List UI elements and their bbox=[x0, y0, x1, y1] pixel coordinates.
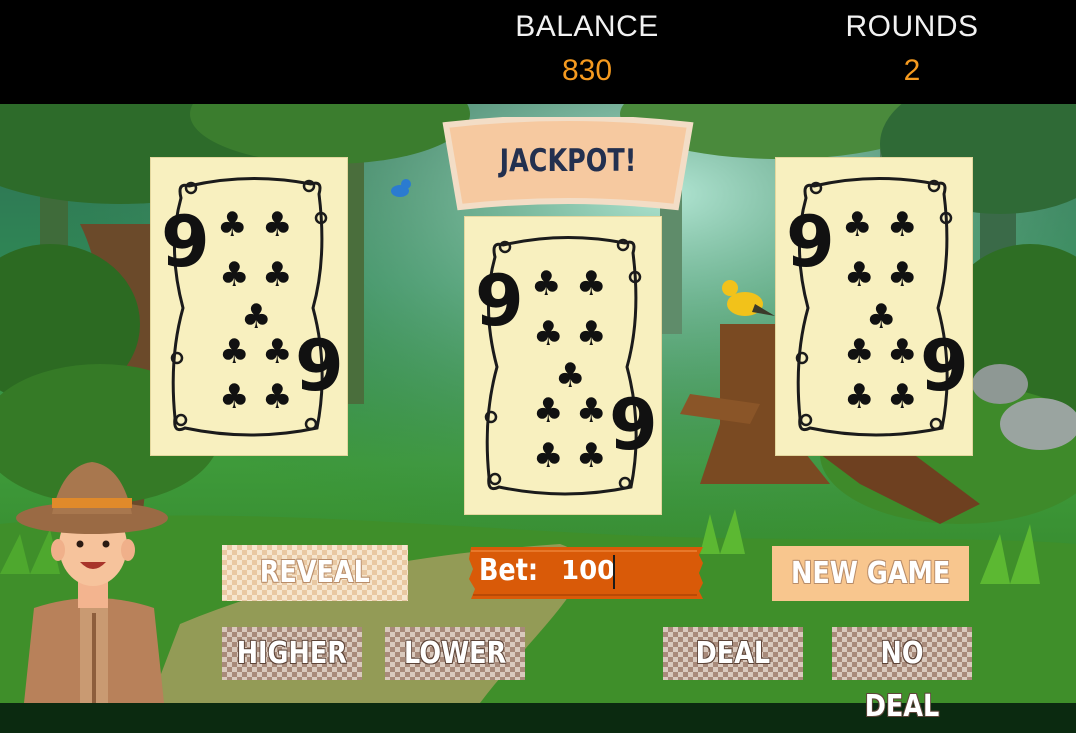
card-curl-ornament bbox=[488, 472, 502, 486]
card-curl-ornament bbox=[799, 413, 813, 427]
card-rank-top: 9 bbox=[786, 201, 835, 283]
card-face-art: 99♣ ♣♣ ♣♣♣ ♣♣ ♣ bbox=[475, 236, 658, 496]
bet-amount-input[interactable] bbox=[561, 551, 691, 591]
bet-label: Bet: bbox=[479, 553, 539, 588]
card-center: 9 9 ♣ ♣ ♣ ♣ ♣ ♣ ♣ ♣ ♣ bbox=[465, 217, 661, 514]
club-pip-icon: ♣ bbox=[219, 255, 249, 295]
club-pip-icon: ♣ bbox=[531, 264, 561, 304]
club-pip-icon: ♣ bbox=[219, 332, 249, 372]
club-pip-icon: ♣ bbox=[576, 264, 606, 304]
club-pip-icon: ♣ bbox=[217, 205, 247, 245]
balance-display: BALANCE 830 bbox=[487, 10, 687, 88]
club-pip-icon: ♣ bbox=[576, 314, 606, 354]
top-status-bar: BALANCE 830 ROUNDS 2 bbox=[0, 0, 1076, 104]
card-rank-top: 9 bbox=[161, 201, 210, 283]
balance-label: BALANCE bbox=[515, 10, 659, 43]
card-rank-bottom: 9 bbox=[609, 384, 658, 466]
deal-button-label: DEAL bbox=[695, 636, 771, 671]
new-game-button[interactable]: NEW GAME bbox=[772, 546, 969, 601]
club-pip-icon: ♣ bbox=[533, 436, 563, 476]
balance-value: 830 bbox=[561, 54, 613, 87]
club-pip-icon: ♣ bbox=[555, 356, 585, 396]
club-pip-icon: ♣ bbox=[844, 255, 874, 295]
club-pip-icon: ♣ bbox=[576, 436, 606, 476]
no-deal-button-label: NO DEAL bbox=[864, 636, 940, 724]
rounds-display: ROUNDS 2 bbox=[812, 10, 1012, 88]
club-pip-icon: ♣ bbox=[262, 332, 292, 372]
deal-button[interactable]: DEAL bbox=[663, 627, 803, 680]
club-pip-icon: ♣ bbox=[219, 377, 249, 417]
club-pip-icon: ♣ bbox=[842, 205, 872, 245]
club-pip-icon: ♣ bbox=[887, 205, 917, 245]
club-pip-icon: ♣ bbox=[844, 377, 874, 417]
club-pip-icon: ♣ bbox=[262, 377, 292, 417]
club-pip-icon: ♣ bbox=[887, 255, 917, 295]
no-deal-button[interactable]: NO DEAL bbox=[832, 627, 972, 724]
jackpot-text: JACKPOT! bbox=[499, 143, 637, 179]
card-left: 9 9 ♣ ♣ ♣ ♣ ♣ ♣ ♣ ♣ ♣ bbox=[151, 158, 347, 455]
card-curl-ornament bbox=[929, 417, 943, 431]
text-caret bbox=[613, 555, 615, 589]
higher-button[interactable]: HIGHER bbox=[222, 627, 362, 680]
new-game-button-label: NEW GAME bbox=[790, 556, 951, 591]
lower-button[interactable]: LOWER bbox=[385, 627, 525, 680]
club-pip-icon: ♣ bbox=[844, 332, 874, 372]
card-rank-top: 9 bbox=[475, 260, 524, 342]
club-pip-icon: ♣ bbox=[262, 255, 292, 295]
card-curl-ornament bbox=[618, 476, 632, 490]
club-pip-icon: ♣ bbox=[262, 205, 292, 245]
bet-input-box[interactable]: Bet: bbox=[467, 545, 705, 601]
club-pip-icon: ♣ bbox=[533, 314, 563, 354]
reveal-button-label: REVEAL bbox=[259, 555, 371, 590]
higher-button-label: HIGHER bbox=[236, 636, 348, 671]
club-pip-icon: ♣ bbox=[887, 377, 917, 417]
card-face-art: 99♣ ♣♣ ♣♣♣ ♣♣ ♣ bbox=[161, 177, 344, 437]
card-rank-bottom: 9 bbox=[295, 325, 344, 407]
ranger-avatar-icon bbox=[16, 462, 168, 703]
club-pip-icon: ♣ bbox=[533, 391, 563, 431]
rounds-value: 2 bbox=[903, 54, 921, 87]
card-curl-ornament bbox=[304, 417, 318, 431]
lower-button-label: LOWER bbox=[403, 636, 507, 671]
card-face-art: 99♣ ♣♣ ♣♣♣ ♣♣ ♣ bbox=[786, 177, 969, 437]
club-pip-icon: ♣ bbox=[887, 332, 917, 372]
club-pip-icon: ♣ bbox=[241, 297, 271, 337]
jackpot-banner: JACKPOT! bbox=[440, 117, 696, 217]
reveal-button[interactable]: REVEAL bbox=[222, 545, 408, 601]
club-pip-icon: ♣ bbox=[576, 391, 606, 431]
club-pip-icon: ♣ bbox=[866, 297, 896, 337]
card-curl-ornament bbox=[174, 413, 188, 427]
card-rank-bottom: 9 bbox=[920, 325, 969, 407]
ranger-character bbox=[14, 458, 174, 703]
card-right: 9 9 ♣ ♣ ♣ ♣ ♣ ♣ ♣ ♣ ♣ bbox=[776, 158, 972, 455]
rounds-label: ROUNDS bbox=[845, 10, 979, 43]
